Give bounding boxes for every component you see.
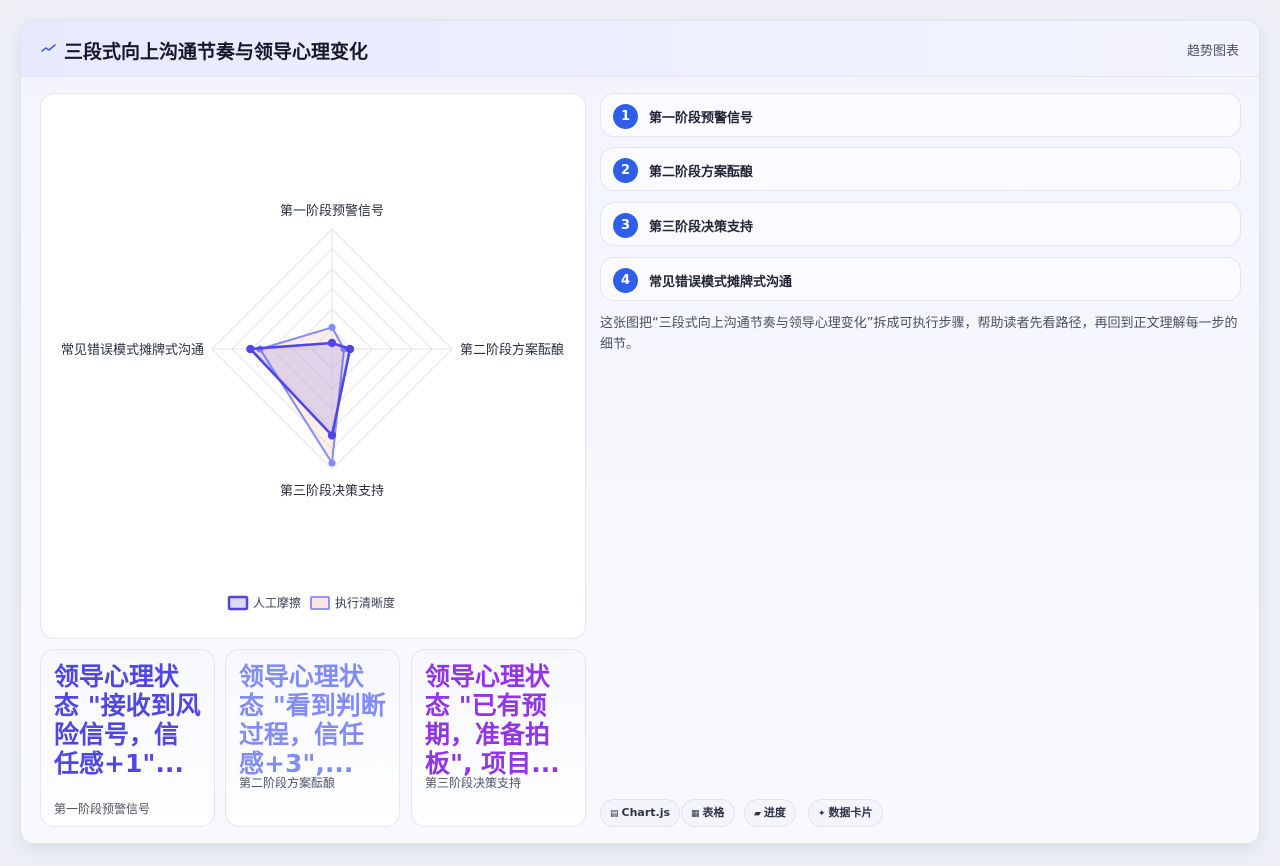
data-point xyxy=(328,323,336,331)
data-point xyxy=(328,459,336,467)
header: 三段式向上沟通节奏与领导心理变化 趋势图表 xyxy=(21,21,1259,77)
chart-legend: 人工摩擦 执行清晰度 xyxy=(227,595,395,611)
description-text: 这张图把“三段式向上沟通节奏与领导心理变化”拆成可执行步骤，帮助读者先看路径，再… xyxy=(600,316,1238,352)
stat-value-2: 领导心理状态 "看到判断过程，信任感+3",... xyxy=(239,662,386,778)
step-number-badge: 4 xyxy=(613,268,638,293)
axis-label-3: 第三阶段决策支持 xyxy=(280,483,384,499)
legend-label-1: 人工摩擦 xyxy=(253,595,301,610)
step-number-badge: 3 xyxy=(613,213,638,238)
legend-swatch-1 xyxy=(227,595,249,611)
axis-label-2: 第二阶段方案酝酿 xyxy=(460,342,564,358)
data-point xyxy=(327,338,337,348)
stat-card-1: 领导心理状态 "接收到风险信号，信任感+1"... 第一阶段预警信号 xyxy=(40,649,215,827)
stat-value-3: 领导心理状态 "已有预期，准备拍板", 项目... xyxy=(425,662,560,778)
chip-progress[interactable]: ▰ 进度 xyxy=(744,799,796,827)
trend-line-icon xyxy=(41,44,56,52)
chart-icon: ▤ xyxy=(610,809,619,819)
step-number-badge: 1 xyxy=(613,104,638,129)
chip-table[interactable]: ▦ 表格 xyxy=(681,799,735,827)
stat-value-1: 领导心理状态 "接收到风险信号，信任感+1"... xyxy=(54,662,201,778)
chip-label: Chart.js xyxy=(621,806,671,819)
chip-label: 数据卡片 xyxy=(828,806,873,819)
stat-card-3: 领导心理状态 "已有预期，准备拍板", 项目... 第三阶段决策支持 xyxy=(411,649,586,827)
progress-icon: ▰ xyxy=(754,809,761,819)
step-item-4: 4 常见错误模式摊牌式沟通 xyxy=(600,257,1241,301)
stat-label-1: 第一阶段预警信号 xyxy=(54,802,151,816)
data-point xyxy=(327,431,337,440)
step-item-2: 2 第二阶段方案酝酿 xyxy=(600,147,1241,191)
chip-chartjs[interactable]: ▤ Chart.js xyxy=(600,799,681,827)
chip-label: 进度 xyxy=(763,806,786,819)
step-label: 第一阶段预警信号 xyxy=(649,111,754,126)
stat-label-2: 第二阶段方案酝酿 xyxy=(239,776,336,790)
series-area-1 xyxy=(249,341,352,437)
step-item-1: 1 第一阶段预警信号 xyxy=(600,93,1241,137)
axis-label-1: 第一阶段预警信号 xyxy=(280,203,384,219)
step-label: 常见错误模式摊牌式沟通 xyxy=(649,275,793,290)
axis-label-4: 常见错误模式摊牌式沟通 xyxy=(61,342,204,358)
page-title: 三段式向上沟通节奏与领导心理变化 xyxy=(64,41,369,63)
radar-chart-panel: 第一阶段预警信号第二阶段方案酝酿第三阶段决策支持 常见错误模式摊牌式沟通 人工摩擦… xyxy=(40,93,586,639)
radar-chart: 第一阶段预警信号第二阶段方案酝酿第三阶段决策支持 常见错误模式摊牌式沟通 人工摩擦… xyxy=(61,203,564,611)
stat-label-3: 第三阶段决策支持 xyxy=(425,776,522,790)
chip-label: 表格 xyxy=(702,806,725,819)
chart-type-tag: 趋势图表 xyxy=(1186,44,1239,59)
infographic-card: 三段式向上沟通节奏与领导心理变化 趋势图表 第一阶段预警信号 第二阶段方案酝酿 第三… xyxy=(20,20,1260,844)
step-item-3: 3 第三阶段决策支持 xyxy=(600,202,1241,246)
step-number-badge: 2 xyxy=(613,158,638,183)
step-label: 第三阶段决策支持 xyxy=(649,220,754,235)
sparkle-icon: ✦ xyxy=(818,809,826,819)
chip-data-card[interactable]: ✦ 数据卡片 xyxy=(808,799,883,827)
data-point xyxy=(246,344,255,354)
legend-swatch-2 xyxy=(310,596,330,610)
table-icon: ▦ xyxy=(691,809,700,819)
radar-series xyxy=(246,323,355,467)
legend-label-2: 执行清晰度 xyxy=(335,595,395,610)
step-label: 第二阶段方案酝酿 xyxy=(649,165,754,180)
data-point xyxy=(345,344,355,354)
stat-card-2: 领导心理状态 "看到判断过程，信任感+3",... 第二阶段方案酝酿 xyxy=(225,649,400,827)
